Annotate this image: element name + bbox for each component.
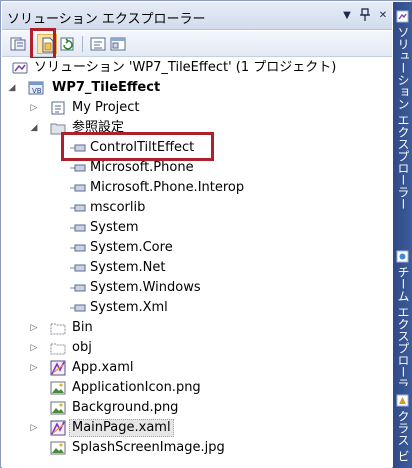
view-code-icon <box>90 37 106 51</box>
reference-icon <box>70 204 86 212</box>
reference-icon <box>70 184 86 192</box>
reference-icon <box>70 244 86 252</box>
collapse-arrow-icon[interactable]: ◢ <box>6 82 18 94</box>
tab-solution-explorer[interactable]: ソリューション エクスプローラー <box>393 26 412 231</box>
file-label: ApplicationIcon.png <box>72 380 201 395</box>
reference-item[interactable]: Microsoft.Phone <box>2 158 392 178</box>
reference-label: System.Net <box>90 260 166 275</box>
properties-icon <box>10 37 26 51</box>
reference-label: System.Xml <box>90 300 168 315</box>
side-tab-strip: ソリューション エクスプローラー チーム エクスプローラー クラス ビ <box>393 2 412 468</box>
toolbar-separator <box>82 36 83 52</box>
tree-item-folder[interactable]: ▷ obj <box>2 338 392 358</box>
file-label: SplashScreenImage.jpg <box>72 440 225 455</box>
solution-tree: ソリューション 'WP7_TileEffect' (1 プロジェクト) ◢ VB… <box>2 58 392 468</box>
view-code-button[interactable] <box>88 34 108 54</box>
tree-item-solution[interactable]: ソリューション 'WP7_TileEffect' (1 プロジェクト) <box>2 58 392 78</box>
folder-icon <box>50 323 66 335</box>
class-view-tab-icon <box>396 394 409 407</box>
xaml-file-icon <box>50 420 66 436</box>
tree-item-file[interactable]: Background.png <box>2 398 392 418</box>
reference-icon <box>70 144 86 152</box>
solution-explorer-tab-icon <box>396 10 409 23</box>
panel-title: ソリューション エクスプローラー <box>7 12 206 27</box>
pin-icon[interactable] <box>358 8 372 24</box>
window-position-dropdown-icon[interactable]: ▼ <box>340 8 354 24</box>
tree-item-file[interactable]: SplashScreenImage.jpg <box>2 438 392 458</box>
tree-item-project[interactable]: ◢ VB WP7_TileEffect <box>2 78 392 98</box>
close-icon[interactable]: ✕ <box>376 8 390 24</box>
tab-team-explorer[interactable]: チーム エクスプローラー <box>393 266 412 386</box>
tree-item-file-selected[interactable]: ▷ MainPage.xaml <box>2 418 392 438</box>
refresh-button[interactable] <box>58 34 78 54</box>
show-all-files-icon <box>42 37 54 53</box>
reference-label: mscorlib <box>90 200 146 215</box>
references-folder-icon <box>50 123 66 135</box>
solution-icon <box>12 62 28 74</box>
collapse-arrow-icon[interactable]: ◢ <box>28 122 40 134</box>
tree-item-file[interactable]: ▷ App.xaml <box>2 358 392 378</box>
reference-label: Microsoft.Phone.Interop <box>90 180 245 195</box>
reference-item[interactable]: System.Net <box>2 258 392 278</box>
reference-item[interactable]: System.Windows <box>2 278 392 298</box>
tree-item-my-project[interactable]: ▷ My Project <box>2 98 392 118</box>
reference-icon <box>70 264 86 272</box>
folder-icon <box>50 343 66 355</box>
properties-button[interactable] <box>8 34 28 54</box>
view-designer-button[interactable] <box>108 34 128 54</box>
vb-project-icon: VB <box>28 81 44 95</box>
reference-icon <box>70 304 86 312</box>
references-label: 参照設定 <box>72 120 125 135</box>
image-file-icon <box>50 401 66 415</box>
file-label: App.xaml <box>72 360 134 375</box>
file-label: Background.png <box>72 400 179 415</box>
toolbar-separator <box>32 36 33 52</box>
reference-icon <box>70 164 86 172</box>
reference-item[interactable]: mscorlib <box>2 198 392 218</box>
tab-class-view[interactable]: クラス ビ <box>393 410 412 466</box>
reference-label: System.Core <box>90 240 173 255</box>
tree-item-folder[interactable]: ▷ Bin <box>2 318 392 338</box>
solution-label: ソリューション 'WP7_TileEffect' (1 プロジェクト) <box>34 60 337 75</box>
reference-item[interactable]: Microsoft.Phone.Interop <box>2 178 392 198</box>
reference-icon <box>70 284 86 292</box>
solution-explorer-panel: ソリューション エクスプローラー ▼ ✕ ソリューション 'WP7_TileEf… <box>0 0 412 468</box>
view-designer-icon <box>110 37 126 51</box>
reference-label: System.Windows <box>90 280 201 295</box>
project-label: WP7_TileEffect <box>52 80 161 95</box>
expand-arrow-icon[interactable]: ▷ <box>28 362 40 374</box>
xaml-file-icon <box>50 360 66 376</box>
expand-arrow-icon[interactable]: ▷ <box>28 102 40 114</box>
svg-text:VB: VB <box>32 87 42 95</box>
reference-item[interactable]: System <box>2 218 392 238</box>
panel-title-bar: ソリューション エクスプローラー ▼ ✕ <box>2 2 392 30</box>
image-file-icon <box>50 441 66 455</box>
reference-item[interactable]: System.Xml <box>2 298 392 318</box>
tree-item-references[interactable]: ◢ 参照設定 <box>2 118 392 138</box>
folder-label: Bin <box>72 320 93 335</box>
image-file-icon <box>50 381 66 395</box>
expand-arrow-icon[interactable]: ▷ <box>28 422 40 434</box>
tree-item-file[interactable]: ApplicationIcon.png <box>2 378 392 398</box>
show-all-files-button[interactable] <box>37 34 57 54</box>
reference-item[interactable]: System.Core <box>2 238 392 258</box>
my-project-icon <box>51 101 65 115</box>
folder-label: obj <box>72 340 92 355</box>
team-explorer-tab-icon <box>396 250 409 263</box>
reference-label: ControlTiltEffect <box>90 140 195 155</box>
expand-arrow-icon[interactable]: ▷ <box>28 322 40 334</box>
refresh-icon <box>60 37 74 51</box>
reference-label: System <box>90 220 139 235</box>
reference-item[interactable]: ControlTiltEffect <box>2 138 392 158</box>
expand-arrow-icon[interactable]: ▷ <box>28 342 40 354</box>
reference-icon <box>70 224 86 232</box>
my-project-label: My Project <box>72 100 140 115</box>
panel-toolbar <box>2 31 392 57</box>
reference-label: Microsoft.Phone <box>90 160 194 175</box>
file-label: MainPage.xaml <box>69 419 174 437</box>
